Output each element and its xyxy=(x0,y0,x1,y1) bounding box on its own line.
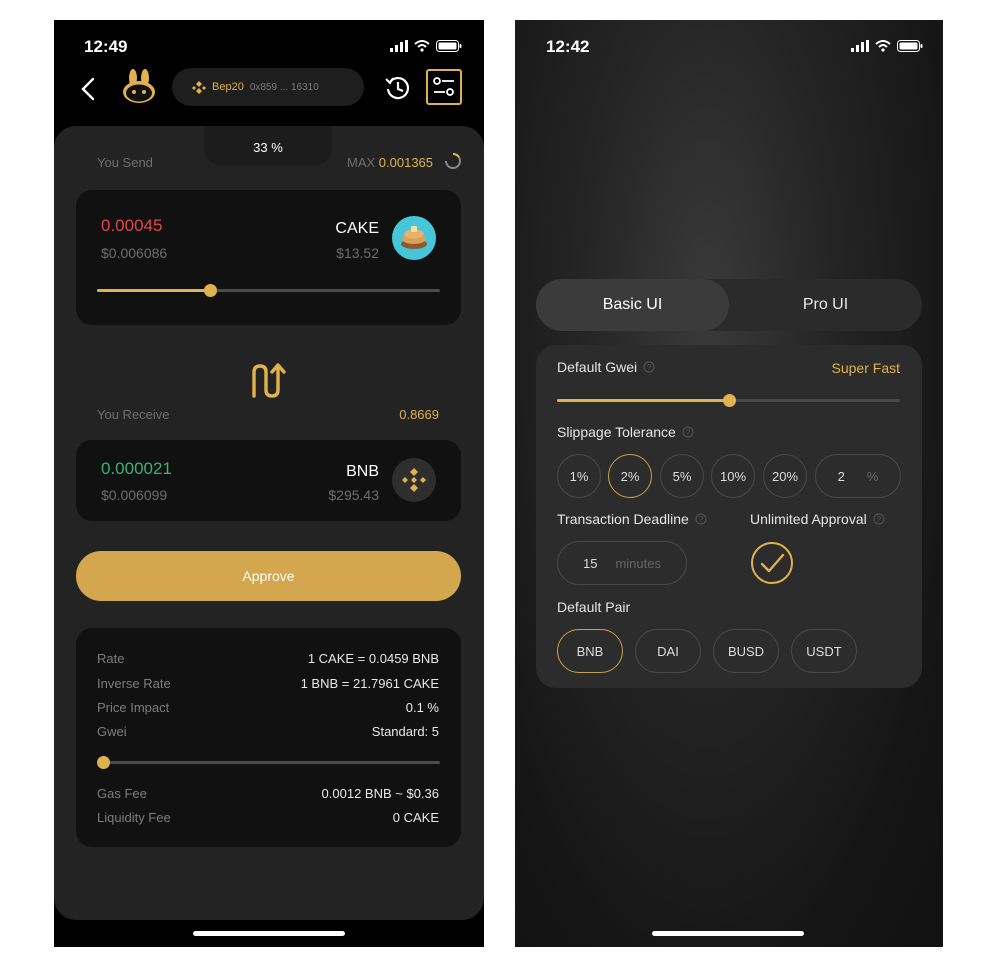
pancake-bunny-icon xyxy=(123,69,155,103)
inverse-rate-label: Inverse Rate xyxy=(97,676,171,691)
back-icon[interactable] xyxy=(80,77,96,101)
pair-option-dai[interactable]: DAI xyxy=(635,629,701,673)
svg-text:?: ? xyxy=(686,428,691,437)
inverse-rate-value: 1 BNB = 21.7961 CAKE xyxy=(300,676,439,691)
send-amount[interactable]: 0.00045 xyxy=(101,216,162,236)
wallet-address: 0x859 ... 16310 xyxy=(249,81,319,93)
bnb-token-icon xyxy=(392,458,436,502)
home-indicator xyxy=(193,931,345,936)
you-receive-label: You Receive xyxy=(97,407,170,422)
slippage-option-5[interactable]: 5% xyxy=(660,454,704,498)
gwei-label: Gwei xyxy=(97,724,127,739)
info-icon[interactable]: ? xyxy=(643,361,655,373)
settings-sliders-icon xyxy=(433,77,454,96)
pair-option-bnb[interactable]: BNB xyxy=(557,629,623,673)
send-token-price: $13.52 xyxy=(336,245,379,261)
deadline-value: 15 xyxy=(583,555,598,571)
gas-fee-label: Gas Fee xyxy=(97,786,147,801)
svg-text:?: ? xyxy=(877,515,882,524)
slippage-option-20[interactable]: 20% xyxy=(763,454,807,498)
deadline-row: Transaction Deadline ? xyxy=(557,511,707,527)
price-impact-label: Price Impact xyxy=(97,700,170,715)
max-label: MAX xyxy=(347,155,376,170)
send-slider-fill xyxy=(97,289,210,292)
slippage-option-1[interactable]: 1% xyxy=(557,454,601,498)
signal-icon xyxy=(851,40,869,52)
send-amount-usd: $0.006086 xyxy=(101,245,168,261)
max-balance[interactable]: MAX 0.001365 xyxy=(347,155,433,170)
gas-fee-value: 0.0012 BNB ~ $0.36 xyxy=(321,786,439,801)
you-send-label: You Send xyxy=(97,155,153,170)
pair-option-usdt[interactable]: USDT xyxy=(791,629,857,673)
wallet-chain: Bep20 xyxy=(212,81,244,93)
cake-token-icon xyxy=(392,216,436,260)
svg-text:?: ? xyxy=(699,515,704,524)
info-icon[interactable]: ? xyxy=(682,426,694,438)
approve-button[interactable]: Approve xyxy=(76,551,461,601)
pair-option-busd[interactable]: BUSD xyxy=(713,629,779,673)
deadline-input[interactable]: 15 minutes xyxy=(557,541,687,585)
wifi-icon xyxy=(875,40,891,52)
rate-value: 1 CAKE = 0.0459 BNB xyxy=(307,651,439,666)
gwei-setting-fill xyxy=(557,399,729,402)
gwei-value: Standard: 5 xyxy=(371,724,439,739)
gwei-slider-track[interactable] xyxy=(103,761,440,764)
slippage-option-2[interactable]: 2% xyxy=(608,454,652,498)
settings-screen: 12:42 Basic UI Pro UI Default Gwei ? Sup… xyxy=(515,20,943,947)
status-time: 12:49 xyxy=(84,37,128,56)
max-value: 0.001365 xyxy=(378,155,434,170)
tab-basic-ui[interactable]: Basic UI xyxy=(536,279,729,331)
unlimited-approval-row: Unlimited Approval ? xyxy=(750,511,885,527)
default-gwei-label: Default Gwei xyxy=(557,359,638,375)
slippage-label: Slippage Tolerance xyxy=(557,424,676,440)
tab-pro-ui[interactable]: Pro UI xyxy=(729,279,922,331)
status-time: 12:42 xyxy=(546,37,590,56)
receive-token[interactable]: BNB xyxy=(284,463,379,481)
default-gwei-value: Super Fast xyxy=(831,360,900,376)
liquidity-fee-value: 0 CAKE xyxy=(392,810,439,825)
slippage-custom-unit: % xyxy=(866,468,879,484)
bnb-icon xyxy=(192,81,206,94)
wallet-pill[interactable]: Bep20 0x859 ... 16310 xyxy=(172,68,364,106)
battery-icon xyxy=(897,40,923,52)
status-icons xyxy=(851,40,923,52)
status-icons xyxy=(390,40,462,52)
gwei-setting-knob[interactable] xyxy=(723,394,736,407)
receive-amount-usd: $0.006099 xyxy=(101,487,168,503)
gwei-slider-knob[interactable] xyxy=(97,756,110,769)
info-icon[interactable]: ? xyxy=(695,513,707,525)
swap-screen: 12:49 Bep20 0x859 ... 16310 33 % You Sen… xyxy=(54,20,484,947)
swap-direction-icon[interactable] xyxy=(248,362,288,400)
receive-token-price: $295.43 xyxy=(328,487,379,503)
signal-icon xyxy=(390,40,408,52)
unlimited-approval-label: Unlimited Approval xyxy=(750,511,867,527)
slippage-row: Slippage Tolerance ? xyxy=(557,424,694,440)
rate-label: Rate xyxy=(97,651,125,666)
home-indicator xyxy=(652,931,804,936)
default-pair-label: Default Pair xyxy=(557,599,631,615)
slippage-option-10[interactable]: 10% xyxy=(711,454,755,498)
receive-value: 0.8669 xyxy=(399,407,439,422)
unlimited-approval-check-icon[interactable] xyxy=(750,541,794,585)
deadline-label: Transaction Deadline xyxy=(557,511,689,527)
deadline-unit: minutes xyxy=(615,555,661,571)
slippage-custom-value: 2 xyxy=(837,468,845,484)
refresh-icon[interactable] xyxy=(444,152,462,170)
default-gwei-row: Default Gwei ? xyxy=(557,359,655,375)
battery-icon xyxy=(436,40,462,52)
send-percent: 33 % xyxy=(253,140,283,155)
send-token[interactable]: CAKE xyxy=(284,220,379,238)
slippage-custom-input[interactable]: 2 % xyxy=(815,454,901,498)
price-impact-value: 0.1 % xyxy=(405,700,439,715)
send-slider-knob[interactable] xyxy=(204,284,217,297)
svg-text:?: ? xyxy=(647,363,652,372)
info-icon[interactable]: ? xyxy=(873,513,885,525)
liquidity-fee-label: Liquidity Fee xyxy=(97,810,171,825)
receive-amount: 0.000021 xyxy=(101,459,172,478)
history-icon[interactable] xyxy=(384,74,412,102)
wifi-icon xyxy=(414,40,430,52)
settings-toggle-button[interactable] xyxy=(426,69,462,105)
